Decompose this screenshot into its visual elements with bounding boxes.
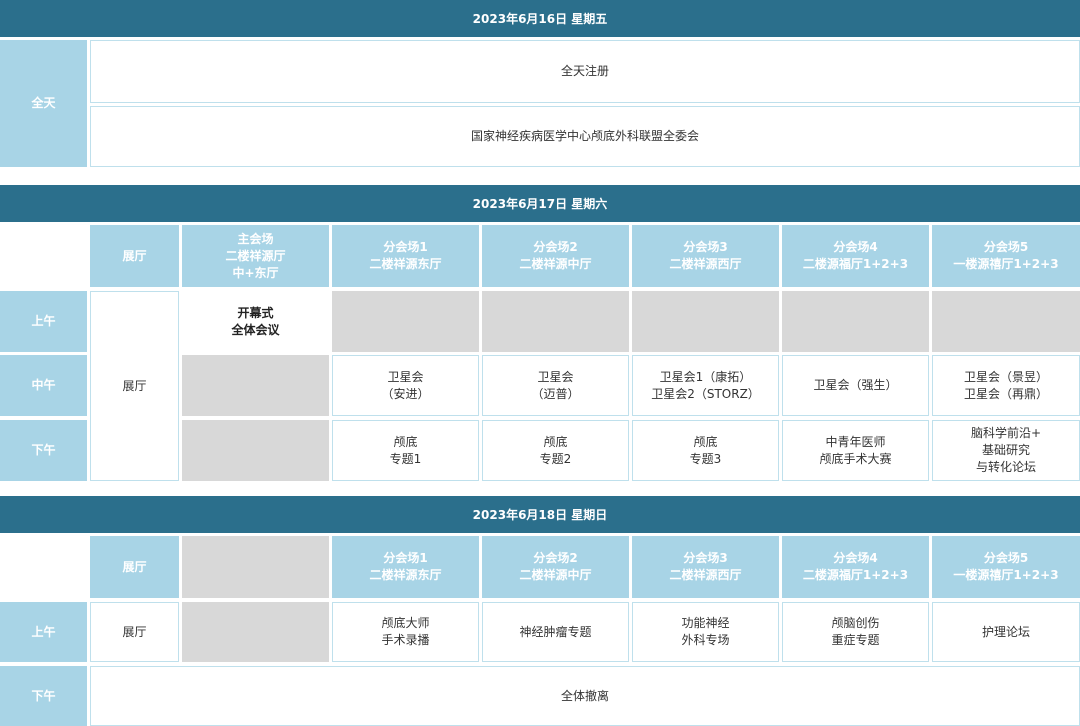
day2-afternoon-sub5: 脑科学前沿+ 基础研究 与转化论坛 bbox=[932, 420, 1080, 481]
day3-col-exhibit: 展厅 bbox=[90, 536, 179, 598]
day1-row-label: 全天 bbox=[0, 40, 87, 167]
day2-morning-empty-1 bbox=[332, 291, 479, 352]
day2-col-sub4: 分会场4 二楼源福厅1+2+3 bbox=[782, 225, 929, 287]
day2-afternoon-sub3: 颅底 专题3 bbox=[632, 420, 779, 481]
day3-morning-sub4: 颅脑创伤 重症专题 bbox=[782, 602, 929, 662]
day3-row-afternoon: 下午 bbox=[0, 666, 87, 726]
day2-afternoon-sub2: 颅底 专题2 bbox=[482, 420, 629, 481]
day2-morning-empty-3 bbox=[632, 291, 779, 352]
day2-afternoon-sub1: 颅底 专题1 bbox=[332, 420, 479, 481]
day3-morning-main-empty bbox=[182, 602, 329, 662]
day2-morning-empty-5 bbox=[932, 291, 1080, 352]
day3-morning-exhibit: 展厅 bbox=[90, 602, 179, 662]
day3-morning-sub5: 护理论坛 bbox=[932, 602, 1080, 662]
day3-col-sub5: 分会场5 一楼源禧厅1+2+3 bbox=[932, 536, 1080, 598]
day2-noon-main-empty bbox=[182, 355, 329, 416]
day2-noon-sub1: 卫星会 （安进） bbox=[332, 355, 479, 416]
day3-col-sub4: 分会场4 二楼源福厅1+2+3 bbox=[782, 536, 929, 598]
day2-noon-sub4: 卫星会（强生） bbox=[782, 355, 929, 416]
day2-morning-empty-4 bbox=[782, 291, 929, 352]
day2-col-sub3: 分会场3 二楼祥源西厅 bbox=[632, 225, 779, 287]
day1-item-registration: 全天注册 bbox=[90, 40, 1080, 103]
day2-row-noon: 中午 bbox=[0, 355, 87, 416]
day3-morning-sub1: 颅底大师 手术录播 bbox=[332, 602, 479, 662]
day2-col-sub2: 分会场2 二楼祥源中厅 bbox=[482, 225, 629, 287]
day2-morning-empty-2 bbox=[482, 291, 629, 352]
day3-afternoon-all: 全体撤离 bbox=[90, 666, 1080, 726]
day2-exhibit-cell: 展厅 bbox=[90, 291, 179, 481]
day2-afternoon-main-empty bbox=[182, 420, 329, 481]
day2-row-afternoon: 下午 bbox=[0, 420, 87, 481]
day2-noon-sub2: 卫星会 （迈普） bbox=[482, 355, 629, 416]
day3-col-sub3: 分会场3 二楼祥源西厅 bbox=[632, 536, 779, 598]
day2-col-main: 主会场 二楼祥源厅 中+东厅 bbox=[182, 225, 329, 287]
day2-afternoon-sub4: 中青年医师 颅底手术大赛 bbox=[782, 420, 929, 481]
day3-row-morning: 上午 bbox=[0, 602, 87, 662]
day2-col-exhibit: 展厅 bbox=[90, 225, 179, 287]
day2-noon-sub3: 卫星会1（康拓） 卫星会2（STORZ） bbox=[632, 355, 779, 416]
day2-header: 2023年6月17日 星期六 bbox=[0, 185, 1080, 222]
day3-morning-sub2: 神经肿瘤专题 bbox=[482, 602, 629, 662]
day2-row-morning: 上午 bbox=[0, 291, 87, 352]
day2-morning-main: 开幕式 全体会议 bbox=[182, 291, 329, 352]
day3-col-sub2: 分会场2 二楼祥源中厅 bbox=[482, 536, 629, 598]
day2-col-sub1: 分会场1 二楼祥源东厅 bbox=[332, 225, 479, 287]
day2-noon-sub5: 卫星会（景昱） 卫星会（再鼎） bbox=[932, 355, 1080, 416]
day2-col-sub5: 分会场5 一楼源禧厅1+2+3 bbox=[932, 225, 1080, 287]
day3-header: 2023年6月18日 星期日 bbox=[0, 496, 1080, 533]
day1-item-committee: 国家神经疾病医学中心颅底外科联盟全委会 bbox=[90, 106, 1080, 167]
day3-col-main-empty bbox=[182, 536, 329, 598]
day1-header: 2023年6月16日 星期五 bbox=[0, 0, 1080, 37]
day3-col-sub1: 分会场1 二楼祥源东厅 bbox=[332, 536, 479, 598]
day3-morning-sub3: 功能神经 外科专场 bbox=[632, 602, 779, 662]
